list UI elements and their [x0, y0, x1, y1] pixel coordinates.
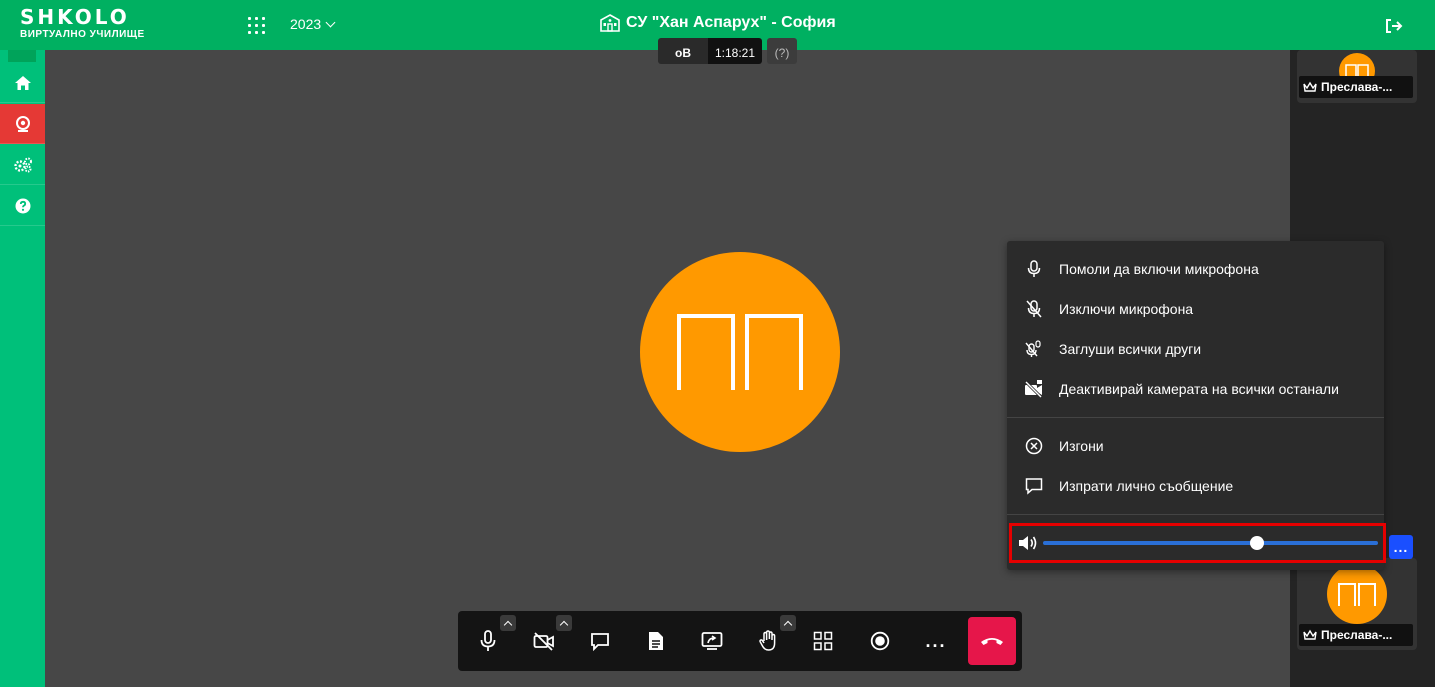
document-icon: [649, 632, 663, 650]
screen-share-icon: [701, 632, 723, 650]
phone-hangup-icon: [981, 638, 1003, 645]
menu-item-label: Деактивирай камерата на всички останали: [1059, 381, 1339, 397]
participant-tile[interactable]: ПП Преслава-...: [1297, 558, 1417, 650]
sidebar-top-tab: [8, 50, 36, 62]
gears-icon: [13, 157, 32, 172]
crown-icon: [1303, 629, 1317, 640]
chat-icon: [591, 633, 609, 651]
chevron-down-icon: [325, 17, 336, 27]
mic-off-icon: [1023, 298, 1045, 320]
apps-grid-icon[interactable]: [246, 15, 266, 35]
year-select[interactable]: 2023: [290, 16, 336, 32]
menu-item-private-message[interactable]: Изпрати лично съобщение: [1007, 466, 1384, 506]
participant-tile[interactable]: Преслава-...: [1297, 50, 1417, 103]
left-sidebar: [0, 50, 45, 687]
timer-label: oB: [658, 38, 708, 64]
year-value: 2023: [290, 16, 322, 32]
shkolo-logo[interactable]: SHKOLO ВИРТУАЛНО УЧИЛИЩЕ: [20, 7, 145, 40]
crown-icon: [1303, 81, 1317, 92]
school-title: СУ "Хан Аспарух" - София: [600, 14, 836, 32]
menu-item-ask-unmute[interactable]: Помоли да включи микрофона: [1007, 249, 1384, 289]
reactions-caret[interactable]: [780, 615, 796, 631]
hangup-button[interactable]: [968, 617, 1016, 665]
raise-hand-button[interactable]: [752, 625, 784, 657]
menu-divider: [1007, 514, 1384, 515]
mic-icon: [480, 630, 496, 651]
camera-off-icon: [1023, 378, 1045, 400]
participant-more-button[interactable]: ...: [1389, 535, 1413, 559]
menu-divider: [1007, 417, 1384, 418]
volume-slider-track[interactable]: [1043, 541, 1378, 545]
sidebar-item-help[interactable]: [0, 186, 45, 226]
timer-value: 1:18:21: [708, 38, 762, 64]
camera-button[interactable]: [528, 625, 560, 657]
record-icon: [870, 631, 890, 651]
participant-name: Преслава-...: [1321, 628, 1393, 642]
tile-view-button[interactable]: [807, 625, 839, 657]
mic-icon: [1023, 258, 1045, 280]
meeting-timer: oB 1:18:21: [658, 38, 762, 64]
screen-share-button[interactable]: [696, 625, 728, 657]
participant-name-label: Преслава-...: [1299, 76, 1413, 98]
logo-text: SHKOLO: [20, 5, 130, 29]
menu-item-label: Изпрати лично съобщение: [1059, 478, 1234, 494]
record-button[interactable]: [864, 625, 896, 657]
menu-item-label: Изключи микрофона: [1059, 301, 1194, 317]
webcam-icon: [15, 115, 30, 132]
sidebar-item-settings[interactable]: [0, 145, 45, 185]
menu-item-mute-mic[interactable]: Изключи микрофона: [1007, 289, 1384, 329]
menu-item-disable-cameras[interactable]: Деактивирай камерата на всички останали: [1007, 369, 1384, 409]
more-options-button[interactable]: ...: [920, 625, 952, 657]
menu-item-kick[interactable]: Изгони: [1007, 426, 1384, 466]
help-icon: [15, 198, 30, 213]
participant-context-menu: Помоли да включи микрофона Изключи микро…: [1007, 241, 1384, 570]
menu-item-mute-all[interactable]: Заглуши всички други: [1007, 329, 1384, 369]
participant-name-label: Преслава-...: [1299, 624, 1413, 646]
kick-icon: [1023, 435, 1045, 457]
sidebar-item-webcam[interactable]: [0, 104, 45, 144]
participant-avatar: ПП: [1327, 564, 1387, 624]
school-icon: [600, 14, 620, 32]
camera-off-icon: [533, 632, 554, 651]
hand-icon: [759, 630, 776, 651]
app-root: SHKOLO ВИРТУАЛНО УЧИЛИЩЕ 2023 СУ "Хан Ас…: [0, 0, 1435, 687]
menu-item-label: Помоли да включи микрофона: [1059, 261, 1259, 277]
timer-info[interactable]: (?): [767, 38, 797, 64]
volume-icon: [1018, 534, 1038, 552]
chat-button[interactable]: [584, 625, 616, 657]
sidebar-item-home[interactable]: [0, 63, 45, 103]
logo-subtitle: ВИРТУАЛНО УЧИЛИЩЕ: [20, 29, 145, 40]
speaker-avatar: ПП: [640, 252, 840, 452]
menu-item-label: Изгони: [1059, 438, 1104, 454]
menu-item-label: Заглуши всички други: [1059, 341, 1202, 357]
mute-all-icon: [1023, 338, 1045, 360]
mic-options-caret[interactable]: [500, 615, 516, 631]
school-title-text: СУ "Хан Аспарух" - София: [626, 14, 836, 31]
microphone-button[interactable]: [472, 625, 504, 657]
grid-icon: [813, 631, 833, 651]
logout-icon[interactable]: [1384, 18, 1404, 34]
message-icon: [1023, 475, 1045, 497]
home-icon: [14, 75, 31, 90]
document-button[interactable]: [640, 625, 672, 657]
camera-options-caret[interactable]: [556, 615, 572, 631]
participant-name: Преслава-...: [1321, 80, 1393, 94]
